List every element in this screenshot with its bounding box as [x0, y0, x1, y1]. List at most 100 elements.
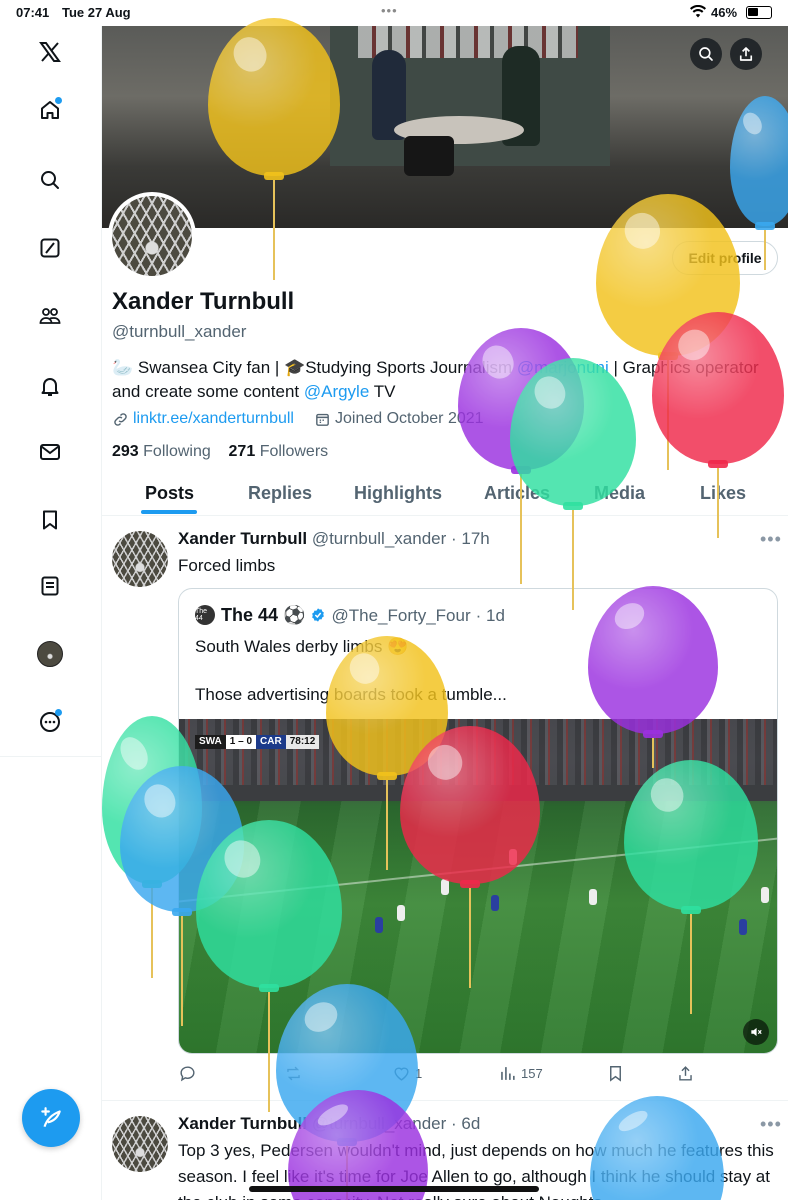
- share-icon: [739, 47, 753, 61]
- tab-likes[interactable]: Likes: [700, 483, 746, 504]
- tab-highlights[interactable]: Highlights: [354, 483, 442, 504]
- profile-website-link[interactable]: linktr.ee/xanderturnbull: [133, 410, 294, 428]
- profile-handle: @turnbull_xander: [112, 322, 247, 341]
- compose-icon: [41, 1107, 61, 1128]
- notifications-icon[interactable]: [32, 368, 68, 404]
- view-count: 157: [521, 1066, 543, 1081]
- compose-button[interactable]: [22, 1089, 80, 1147]
- banner-search-button[interactable]: [690, 38, 722, 70]
- search-icon[interactable]: [32, 162, 68, 198]
- x-logo-icon[interactable]: [32, 34, 68, 70]
- tab-media[interactable]: Media: [594, 483, 645, 504]
- score-clock: 78:12: [285, 735, 320, 749]
- tweet-avatar[interactable]: [112, 1116, 168, 1172]
- quote-author[interactable]: The 44 ⚽: [221, 605, 305, 625]
- verified-badge-icon: [312, 608, 325, 622]
- messages-icon[interactable]: [32, 434, 68, 470]
- tweet-handle[interactable]: @turnbull_xander: [312, 1114, 446, 1133]
- tweet-author[interactable]: Xander Turnbull: [178, 1114, 307, 1133]
- heart-icon: [394, 1067, 409, 1081]
- bio-mention-marjonuni[interactable]: @marjonuni: [517, 358, 609, 377]
- bookmark-button[interactable]: [606, 1064, 629, 1083]
- tab-replies[interactable]: Replies: [248, 483, 312, 504]
- profile-tabs: Posts Replies Highlights Articles Media …: [102, 475, 788, 516]
- video-scorebug: SWA 1 – 0 CAR 78:12: [195, 735, 320, 749]
- views-chart-icon: [501, 1067, 515, 1080]
- quote-time[interactable]: · 1d: [476, 606, 505, 625]
- banner-share-button[interactable]: [730, 38, 762, 70]
- tweet-separator: [102, 1100, 788, 1101]
- repost-button[interactable]: [284, 1064, 307, 1083]
- like-count: 1: [415, 1066, 423, 1081]
- profile-meta: linktr.ee/xanderturnbull Joined October …: [112, 410, 484, 428]
- sidebar: [0, 26, 102, 1200]
- bio-mention-argyle[interactable]: @Argyle: [304, 382, 369, 401]
- lists-icon[interactable]: [32, 568, 68, 604]
- multitasking-dots-icon[interactable]: •••: [381, 3, 398, 18]
- link-icon: [114, 412, 127, 426]
- tweet-more-icon[interactable]: •••: [760, 1114, 782, 1135]
- bookmark-icon: [610, 1066, 621, 1082]
- video-mute-button[interactable]: [743, 1019, 769, 1045]
- views-button[interactable]: 157: [498, 1064, 543, 1083]
- quote-text: South Wales derby limbs 😍 Those advertis…: [195, 637, 507, 704]
- communities-icon[interactable]: [32, 298, 68, 334]
- home-icon[interactable]: [32, 92, 68, 128]
- tweet-more-icon[interactable]: •••: [760, 529, 782, 550]
- status-time: 07:41: [16, 5, 50, 20]
- tweet-time[interactable]: · 6d: [451, 1114, 480, 1133]
- search-icon: [699, 47, 713, 61]
- profile-bio: 🦢 Swansea City fan | 🎓Studying Sports Jo…: [112, 356, 772, 404]
- quote-header: The 44 ⚽ @The_Forty_Four · 1d: [221, 605, 505, 626]
- share-icon: [679, 1066, 692, 1081]
- profile-follow-counts: 293 Following 271 Followers: [112, 443, 328, 461]
- sidebar-divider: [0, 756, 102, 757]
- reply-icon: [180, 1066, 195, 1082]
- reply-button[interactable]: [178, 1064, 201, 1083]
- profile-main: Edit profile Xander Turnbull @turnbull_x…: [102, 26, 788, 1200]
- tweet-text: Forced limbs: [178, 556, 276, 575]
- tweet-header: Xander Turnbull @turnbull_xander · 6d: [178, 1114, 480, 1134]
- profile-avatar[interactable]: [32, 636, 68, 672]
- battery-percent: 46%: [711, 5, 738, 20]
- home-indicator[interactable]: [249, 1186, 539, 1192]
- quote-video[interactable]: SWA 1 – 0 CAR 78:12: [179, 719, 777, 1053]
- tweet-header: Xander Turnbull @turnbull_xander · 17h: [178, 529, 490, 549]
- quote-avatar[interactable]: The 44: [195, 605, 215, 625]
- calendar-icon: [316, 413, 329, 426]
- score-team1: SWA: [195, 735, 226, 749]
- quote-handle[interactable]: @The_Forty_Four: [331, 606, 470, 625]
- profile-avatar-large[interactable]: [108, 192, 196, 280]
- more-icon[interactable]: [32, 704, 68, 740]
- more-unread-dot: [55, 709, 62, 716]
- bio-text-3: TV: [369, 382, 396, 401]
- followers-link[interactable]: 271 Followers: [229, 443, 329, 460]
- tab-articles[interactable]: Articles: [484, 483, 550, 504]
- profile-joined-date: Joined October 2021: [334, 410, 484, 427]
- battery-icon: [746, 6, 772, 19]
- edit-profile-button[interactable]: Edit profile: [672, 241, 778, 275]
- status-date: Tue 27 Aug: [62, 5, 131, 20]
- like-button[interactable]: 1: [392, 1064, 422, 1083]
- profile-name: Xander Turnbull: [112, 288, 295, 315]
- tweet-author[interactable]: Xander Turnbull: [178, 529, 307, 548]
- share-button[interactable]: [676, 1064, 699, 1083]
- profile-banner-image[interactable]: [102, 26, 788, 228]
- score-team2: CAR: [256, 735, 286, 749]
- score-value: 1 – 0: [225, 735, 257, 749]
- active-tab-indicator: [141, 510, 197, 514]
- home-unread-dot: [55, 97, 62, 104]
- following-link[interactable]: 293 Following: [112, 443, 211, 460]
- tweet-time[interactable]: · 17h: [451, 529, 490, 548]
- tweet-handle[interactable]: @turnbull_xander: [312, 529, 446, 548]
- tweet-actions: 1 157: [178, 1064, 778, 1086]
- quoted-tweet[interactable]: The 44 The 44 ⚽ @The_Forty_Four · 1d Sou…: [178, 588, 778, 1054]
- tweet-avatar[interactable]: [112, 531, 168, 587]
- repost-icon: [287, 1066, 300, 1081]
- wifi-icon: [690, 4, 706, 21]
- mute-icon: [751, 1027, 762, 1037]
- grok-icon[interactable]: [32, 230, 68, 266]
- tab-posts[interactable]: Posts: [145, 483, 194, 504]
- bookmarks-icon[interactable]: [32, 502, 68, 538]
- status-bar: 07:41 Tue 27 Aug ••• 46%: [0, 0, 788, 26]
